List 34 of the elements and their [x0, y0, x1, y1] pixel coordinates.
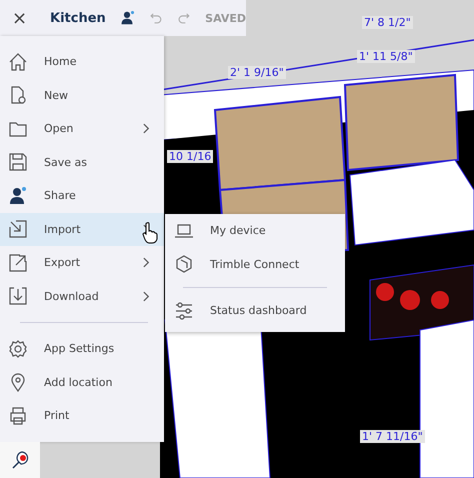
add-user-icon[interactable]: [120, 9, 136, 27]
download-icon: [8, 286, 28, 306]
dimension-label: 10 1/16: [167, 150, 214, 163]
dimension-label: 1' 11 5/8": [357, 50, 415, 63]
menu-item[interactable]: Download: [0, 280, 164, 313]
project-title: Kitchen: [50, 10, 106, 26]
submenu-item[interactable]: Trimble Connect: [165, 248, 345, 281]
menu-item[interactable]: New: [0, 78, 164, 112]
sliders-icon: [174, 300, 194, 321]
home-icon: [8, 52, 28, 72]
cube-outline-icon: [174, 254, 194, 274]
menu-item[interactable]: App Settings: [0, 332, 164, 366]
close-button[interactable]: ×: [12, 8, 26, 28]
submenu-item[interactable]: My device: [165, 214, 345, 248]
printer-icon: [8, 406, 28, 426]
menu-item[interactable]: Print: [0, 399, 164, 432]
hand-cursor-icon: [142, 222, 158, 244]
menu-item[interactable]: Home: [0, 45, 164, 78]
menu-item[interactable]: Export: [0, 246, 164, 280]
dimension-label: 1' 7 11/16": [360, 430, 425, 443]
submenu-item[interactable]: Status dashboard: [165, 294, 345, 328]
dimension-label: 7' 8 1/2": [362, 16, 413, 29]
menu-item[interactable]: Add location: [0, 366, 164, 399]
menu-item[interactable]: Open: [0, 112, 164, 146]
export-icon: [8, 252, 28, 273]
menu-item[interactable]: Share: [0, 179, 164, 212]
import-icon: [8, 219, 28, 240]
save-status: SAVED: [205, 12, 246, 24]
dimension-label: 2' 1 9/16": [228, 66, 286, 79]
menu-item[interactable]: Save as: [0, 146, 164, 179]
measure-icon[interactable]: [10, 450, 30, 470]
gear-icon: [8, 338, 28, 359]
menu-item[interactable]: Import: [0, 212, 164, 246]
add-user-icon: [8, 186, 28, 206]
